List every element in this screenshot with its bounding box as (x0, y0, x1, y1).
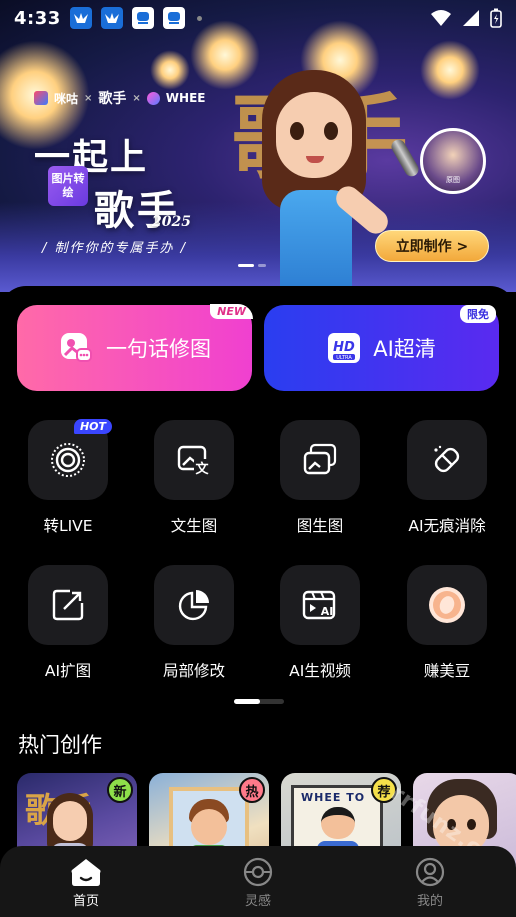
home-icon (71, 858, 101, 886)
one-sentence-edit-button[interactable]: 一句话修图 NEW (17, 304, 253, 391)
bird-app-icon (100, 7, 123, 29)
status-time: 4:33 (14, 7, 61, 29)
stage-light (150, 50, 190, 90)
make-now-button[interactable]: 立即制作 > (375, 230, 489, 262)
tool-image-to-image[interactable]: 图生图 (270, 420, 370, 536)
text-to-image-icon: 文 (177, 445, 210, 477)
tool-earn-beans[interactable]: 赚美豆 (397, 565, 497, 681)
image-to-image-icon (303, 443, 337, 475)
nav-inspiration[interactable]: 灵感 (208, 857, 308, 909)
partial-edit-icon (178, 590, 209, 621)
tool-ai-video[interactable]: AI AI生视频 (270, 565, 370, 681)
new-badge: 新 (107, 777, 133, 803)
more-notifications-dot (196, 15, 202, 21)
ai-super-resolution-label: AI超清 (373, 337, 436, 361)
one-sentence-edit-label: 一句话修图 (106, 337, 211, 361)
hero-banner[interactable]: 歌手 咪咕 × 歌手 × WHEE 一起上 歌手 2025 图片转绘 / 制作你… (0, 0, 516, 292)
brand-primary: 咪咕 (54, 91, 79, 106)
hot-badge: HOT (73, 419, 112, 434)
tool-ai-eraser[interactable]: AI无痕消除 (397, 420, 497, 536)
svg-text:文: 文 (195, 461, 209, 477)
original-photo-avatar: 原图 (420, 128, 486, 194)
svg-text:AI: AI (321, 605, 334, 618)
app-notification-icon (131, 7, 154, 29)
whee-logo-icon (146, 91, 160, 105)
svg-text:ULTRA: ULTRA (336, 355, 352, 361)
ai-video-icon: AI (302, 590, 336, 620)
hot-badge: 热 (239, 777, 265, 803)
banner-subline: / 制作你的专属手办 / (42, 241, 188, 256)
live-photo-icon (51, 443, 85, 477)
signal-icon (463, 10, 479, 26)
bean-coin-icon (429, 587, 465, 623)
banner-tag: 图片转绘 (48, 166, 88, 206)
tools-pagination (234, 699, 284, 704)
expand-image-icon (52, 589, 84, 621)
figure-face (276, 92, 352, 178)
tool-live-photo[interactable]: HOT 转LIVE (18, 419, 118, 536)
nav-profile[interactable]: 我的 (380, 857, 480, 909)
new-badge: NEW (210, 304, 253, 319)
svg-text:HD: HD (333, 340, 355, 355)
hot-creations-title: 热门创作 (18, 733, 102, 757)
banner-brand-row: 咪咕 × 歌手 × WHEE (34, 88, 205, 108)
battery-icon (490, 8, 502, 28)
bird-app-icon (69, 7, 92, 29)
migu-logo-icon (34, 91, 48, 105)
limited-free-badge: 限免 (460, 305, 496, 323)
photo-edit-icon (61, 333, 92, 362)
nav-home[interactable]: 首页 (36, 857, 136, 909)
status-bar: 4:33 (0, 0, 516, 36)
banner-pagination (238, 264, 266, 267)
wifi-icon (431, 10, 451, 26)
eraser-icon (434, 445, 460, 473)
singer-logo: 歌手 (98, 91, 127, 107)
bottom-navigation: 首页 灵感 我的 (0, 846, 516, 917)
profile-icon (415, 857, 445, 886)
brand-secondary: WHEE (165, 91, 206, 105)
hd-ultra-icon: HD ULTRA (328, 333, 361, 363)
banner-year: 2025 (152, 214, 191, 230)
ai-super-resolution-button[interactable]: HD ULTRA AI超清 限免 (264, 305, 499, 391)
inspiration-icon (243, 857, 273, 886)
app-notification-icon (162, 7, 185, 29)
tool-text-to-image[interactable]: 文 文生图 (144, 420, 244, 536)
tool-ai-expand[interactable]: AI扩图 (18, 565, 118, 681)
tool-partial-edit[interactable]: 局部修改 (144, 565, 244, 681)
